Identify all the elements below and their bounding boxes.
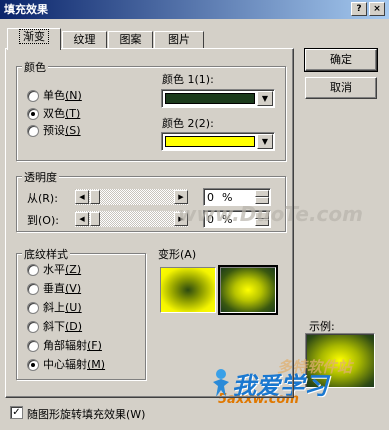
- rotate-checkbox[interactable]: ✓: [10, 406, 23, 419]
- tab-texture-label: 纹理: [73, 33, 96, 46]
- tab-panel: [5, 48, 294, 398]
- tab-gradient[interactable]: 渐变: [7, 28, 61, 50]
- ok-button[interactable]: 确定: [304, 48, 378, 72]
- rotate-checkbox-label: 随图形旋转填充效果(W): [27, 408, 146, 421]
- tab-picture[interactable]: 图片: [154, 31, 204, 49]
- colors-group-title: 颜色: [22, 59, 48, 75]
- tab-pattern[interactable]: 图案: [108, 31, 153, 49]
- title-bar[interactable]: 填充效果: [0, 0, 389, 19]
- close-button[interactable]: ×: [369, 2, 385, 16]
- sample-label: 示例:: [309, 320, 335, 333]
- transparency-group-title: 透明度: [22, 169, 59, 185]
- cancel-button[interactable]: 取消: [305, 77, 377, 99]
- tab-texture[interactable]: 纹理: [62, 31, 107, 49]
- window-title: 填充效果: [4, 3, 48, 16]
- help-button[interactable]: ?: [351, 2, 367, 16]
- tab-picture-label: 图片: [168, 33, 190, 46]
- tab-pattern-label: 图案: [119, 33, 142, 46]
- shading-group-title: 底纹样式: [22, 246, 70, 262]
- tab-gradient-label: 渐变: [19, 29, 49, 44]
